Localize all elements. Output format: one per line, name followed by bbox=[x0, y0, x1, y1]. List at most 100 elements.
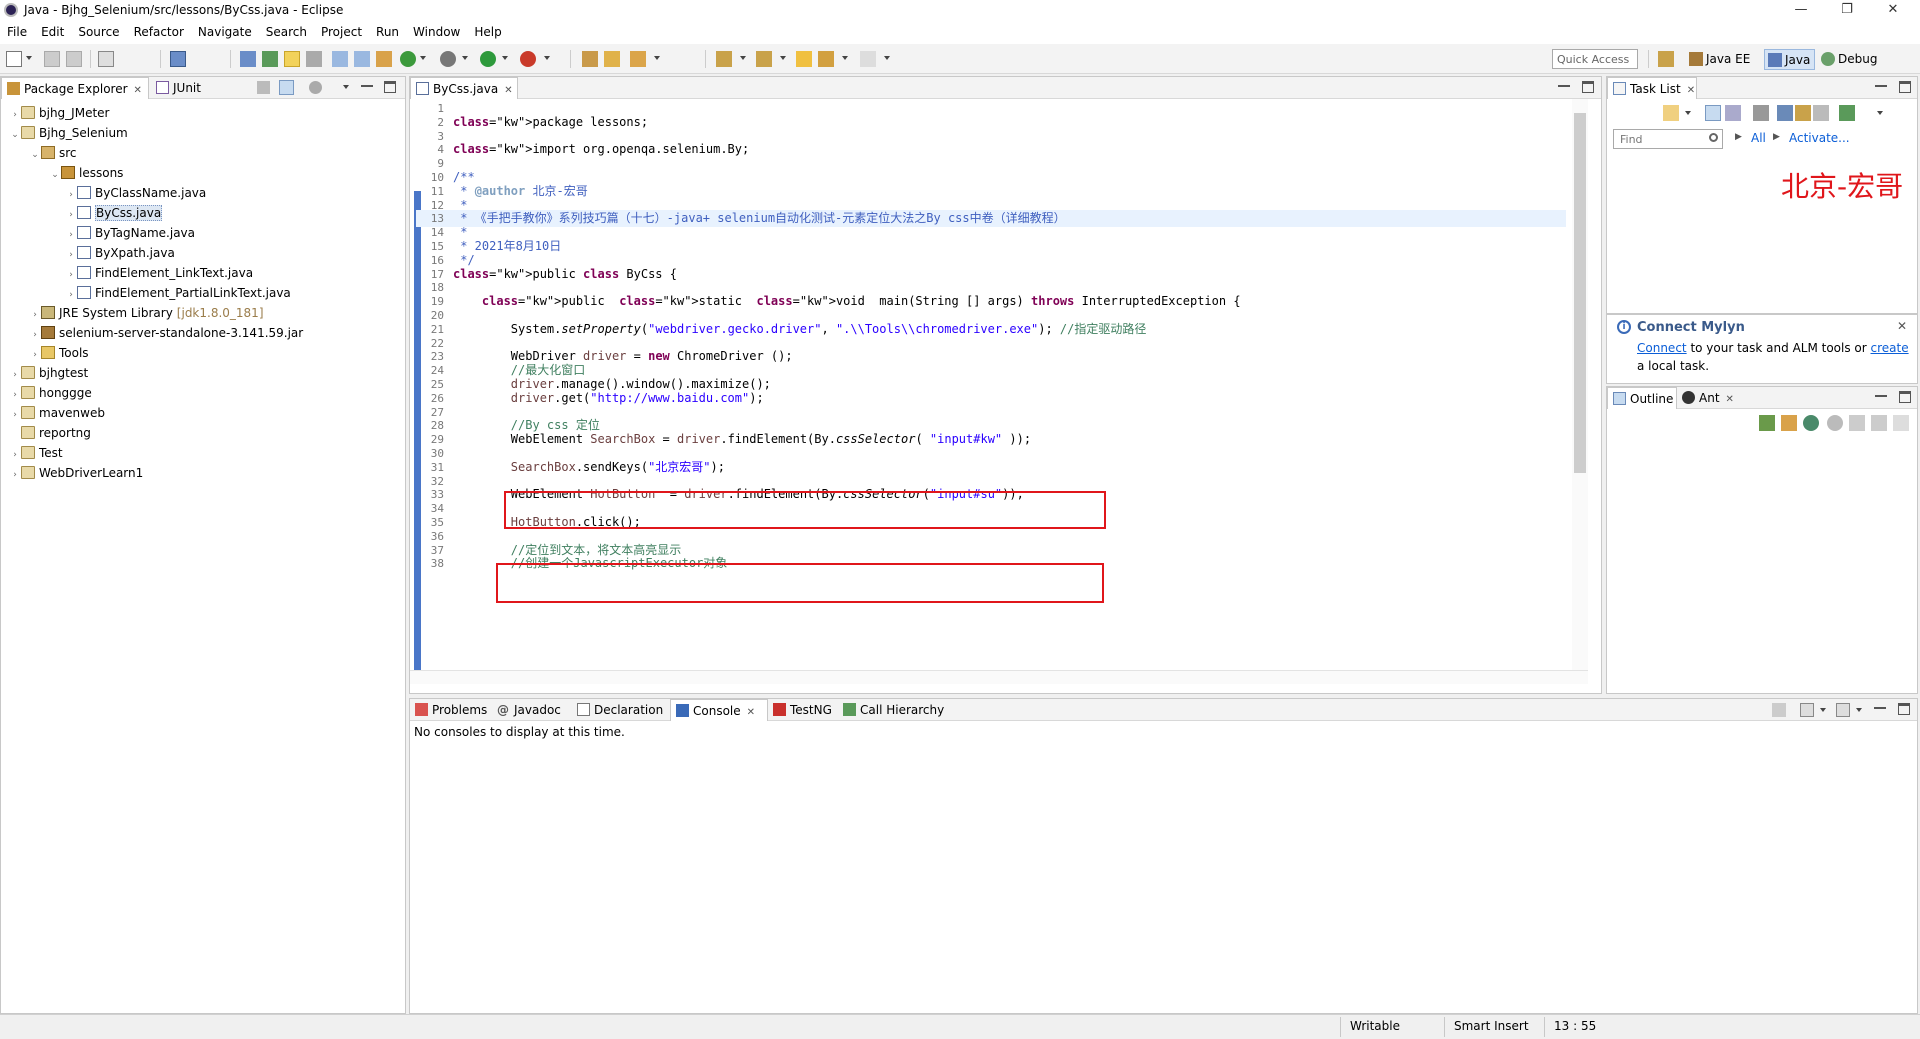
open-perspective-icon[interactable] bbox=[1658, 51, 1674, 67]
maximize-icon[interactable] bbox=[1898, 703, 1910, 715]
toggle-breadcrumb-icon[interactable] bbox=[240, 51, 256, 67]
close-icon[interactable]: ✕ bbox=[1897, 319, 1907, 333]
menu-run[interactable]: Run bbox=[369, 22, 406, 39]
display-console-dropdown-icon[interactable] bbox=[1820, 708, 1826, 712]
tree-item[interactable]: › Test bbox=[9, 443, 63, 463]
synchronize-icon[interactable] bbox=[1795, 105, 1811, 121]
collapse-all-icon[interactable] bbox=[257, 81, 270, 94]
maximize-icon[interactable] bbox=[384, 81, 396, 93]
terminal-icon[interactable] bbox=[170, 51, 186, 67]
open-folder-icon[interactable] bbox=[604, 51, 620, 67]
expanded-arrow-icon[interactable]: ⌄ bbox=[29, 145, 41, 165]
search-wand-icon[interactable] bbox=[630, 51, 646, 67]
collapsed-arrow-icon[interactable]: › bbox=[65, 185, 77, 205]
close-icon[interactable]: ✕ bbox=[1687, 85, 1695, 96]
collapsed-arrow-icon[interactable]: › bbox=[65, 285, 77, 305]
expanded-arrow-icon[interactable]: ⌄ bbox=[9, 125, 21, 145]
connect-link[interactable]: Connect bbox=[1637, 341, 1687, 355]
tab-package-explorer[interactable]: Package Explorer ✕ bbox=[1, 77, 149, 99]
new-task-dropdown-icon[interactable] bbox=[1685, 111, 1691, 115]
close-icon[interactable]: ✕ bbox=[504, 85, 512, 96]
search-dropdown-icon[interactable] bbox=[654, 56, 660, 60]
tab-testng[interactable]: TestNG bbox=[768, 699, 838, 721]
new-icon[interactable] bbox=[6, 51, 22, 67]
tree-item[interactable]: ⌄ lessons bbox=[49, 163, 123, 183]
remove-icon[interactable] bbox=[1849, 415, 1865, 431]
maximize-icon[interactable] bbox=[1899, 391, 1911, 403]
tree-item[interactable]: › FindElement_LinkText.java bbox=[65, 263, 253, 283]
minimize-icon[interactable] bbox=[1875, 81, 1887, 87]
minimize-icon[interactable] bbox=[1874, 703, 1886, 709]
focus-icon[interactable] bbox=[309, 81, 322, 94]
tree-item[interactable]: › bjhg_JMeter bbox=[9, 103, 109, 123]
menu-help[interactable]: Help bbox=[467, 22, 508, 39]
sync-changed-icon[interactable] bbox=[1839, 105, 1855, 121]
tree-item[interactable]: › Tools bbox=[29, 343, 89, 363]
view-menu-icon[interactable] bbox=[343, 85, 349, 89]
highlight-icon[interactable] bbox=[284, 51, 300, 67]
collapsed-arrow-icon[interactable]: › bbox=[65, 225, 77, 245]
next-annotation-dropdown-icon[interactable] bbox=[740, 56, 746, 60]
perspective-java[interactable]: Java bbox=[1764, 49, 1816, 70]
previous-annotation-dropdown-icon[interactable] bbox=[780, 56, 786, 60]
show-whitespace-icon[interactable] bbox=[332, 51, 348, 67]
create-link[interactable]: create bbox=[1871, 341, 1909, 355]
collapsed-arrow-icon[interactable]: › bbox=[9, 445, 21, 465]
perspective-debug[interactable]: Debug bbox=[1818, 49, 1881, 70]
tree-item[interactable]: › JRE System Library [jdk1.8.0_181] bbox=[29, 303, 264, 323]
print-icon[interactable] bbox=[98, 51, 114, 67]
menu-window[interactable]: Window bbox=[406, 22, 467, 39]
collapsed-arrow-icon[interactable]: › bbox=[9, 365, 21, 385]
maximize-icon[interactable] bbox=[1899, 81, 1911, 93]
menu-edit[interactable]: Edit bbox=[34, 22, 71, 39]
menu-source[interactable]: Source bbox=[71, 22, 126, 39]
collapsed-arrow-icon[interactable]: › bbox=[29, 325, 41, 345]
external-tools-icon[interactable] bbox=[520, 51, 536, 67]
collapsed-arrow-icon[interactable]: › bbox=[65, 205, 77, 225]
tree-item[interactable]: › bjhgtest bbox=[9, 363, 88, 383]
run-icon[interactable] bbox=[480, 51, 496, 67]
minimize-icon[interactable] bbox=[361, 81, 373, 87]
tree-item[interactable]: › FindElement_PartialLinkText.java bbox=[65, 283, 291, 303]
forward-icon[interactable] bbox=[860, 51, 876, 67]
tab-problems[interactable]: Problems bbox=[410, 699, 492, 721]
collapsed-arrow-icon[interactable]: › bbox=[65, 245, 77, 265]
run-dropdown-icon[interactable] bbox=[502, 56, 508, 60]
close-button[interactable]: ✕ bbox=[1870, 0, 1916, 22]
minimize-icon[interactable] bbox=[1558, 81, 1570, 87]
save-icon[interactable] bbox=[44, 51, 60, 67]
scheduled-icon[interactable] bbox=[1725, 105, 1741, 121]
tree-item[interactable]: › ByClassName.java bbox=[65, 183, 206, 203]
collapsed-arrow-icon[interactable]: › bbox=[9, 465, 21, 485]
external-dropdown-icon[interactable] bbox=[544, 56, 550, 60]
minimize-icon[interactable] bbox=[1875, 391, 1887, 397]
close-icon[interactable]: ✕ bbox=[747, 707, 755, 718]
open-console-icon[interactable] bbox=[1836, 703, 1850, 717]
tree-item[interactable]: › selenium-server-standalone-3.141.59.jar bbox=[29, 323, 303, 343]
open-type-icon[interactable] bbox=[582, 51, 598, 67]
collapsed-arrow-icon[interactable]: › bbox=[29, 305, 41, 325]
tree-item[interactable]: reportng bbox=[9, 423, 91, 443]
activate-link[interactable]: Activate... bbox=[1789, 131, 1850, 145]
previous-annotation-icon[interactable] bbox=[756, 51, 772, 67]
collapsed-arrow-icon[interactable]: › bbox=[29, 345, 41, 365]
collapse-all-icon[interactable] bbox=[1893, 415, 1909, 431]
new-task-icon[interactable] bbox=[1663, 105, 1679, 121]
back-icon[interactable] bbox=[818, 51, 834, 67]
open-console-dropdown-icon[interactable] bbox=[1856, 708, 1862, 712]
perspective-java-ee[interactable]: Java EE bbox=[1686, 49, 1754, 70]
close-icon[interactable]: ✕ bbox=[1726, 394, 1734, 405]
menu-navigate[interactable]: Navigate bbox=[191, 22, 259, 39]
tree-item[interactable]: › ByCss.java bbox=[65, 203, 163, 225]
scrollbar-thumb[interactable] bbox=[1574, 113, 1586, 473]
tree-item[interactable]: ⌄ src bbox=[29, 143, 77, 163]
last-edit-icon[interactable] bbox=[796, 51, 812, 67]
horizontal-scrollbar[interactable] bbox=[410, 670, 1588, 684]
pin-console-icon[interactable] bbox=[1772, 703, 1786, 717]
quick-access-input[interactable]: Quick Access bbox=[1552, 49, 1638, 69]
menu-refactor[interactable]: Refactor bbox=[127, 22, 191, 39]
tab-console[interactable]: Console ✕ bbox=[670, 699, 768, 721]
display-console-icon[interactable] bbox=[1800, 703, 1814, 717]
find-input[interactable]: Find bbox=[1613, 129, 1723, 149]
run-target-icon[interactable] bbox=[1803, 415, 1819, 431]
